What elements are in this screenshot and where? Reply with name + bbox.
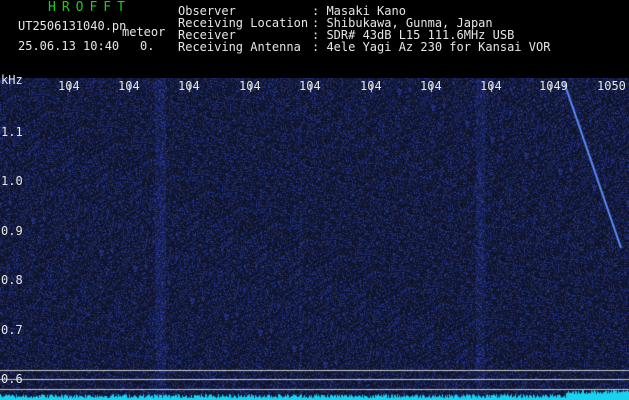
app-title: HROFFT	[48, 0, 131, 15]
antenna-label: Receiving Antenna	[178, 40, 301, 54]
time-tick-label: 104	[480, 79, 502, 93]
spectrogram	[0, 78, 629, 400]
y-tick-label: 0.7	[1, 323, 23, 337]
time-tick-label: 1050	[597, 79, 626, 93]
time-tick-label: 104	[420, 79, 442, 93]
time-tick-label: 104	[118, 79, 140, 93]
y-tick-label: 1.0	[1, 174, 23, 188]
y-tick-label: 0.6	[1, 372, 23, 386]
hrofft-window: HROFFT UT2506131040.pn meteor 25.06.13 1…	[0, 0, 629, 400]
time-tick-label: 104	[299, 79, 321, 93]
time-tick-label: 104	[178, 79, 200, 93]
time-tick-label: 1049	[539, 79, 568, 93]
y-unit-label: kHz	[1, 73, 23, 87]
echo-count: 0.	[140, 39, 155, 53]
timestamp: 25.06.13 10:40	[18, 39, 120, 53]
antenna-value: : 4ele Yagi Az 230 for Kansai VOR	[312, 40, 551, 54]
y-tick-label: 0.9	[1, 224, 23, 238]
mode-label: meteor	[122, 25, 166, 39]
time-tick-label: 104	[360, 79, 382, 93]
time-tick-label: 104	[239, 79, 261, 93]
file-name: UT2506131040.pn	[18, 19, 127, 33]
y-tick-label: 1.1	[1, 125, 23, 139]
y-tick-label: 0.8	[1, 273, 23, 287]
time-tick-label: 104	[58, 79, 80, 93]
